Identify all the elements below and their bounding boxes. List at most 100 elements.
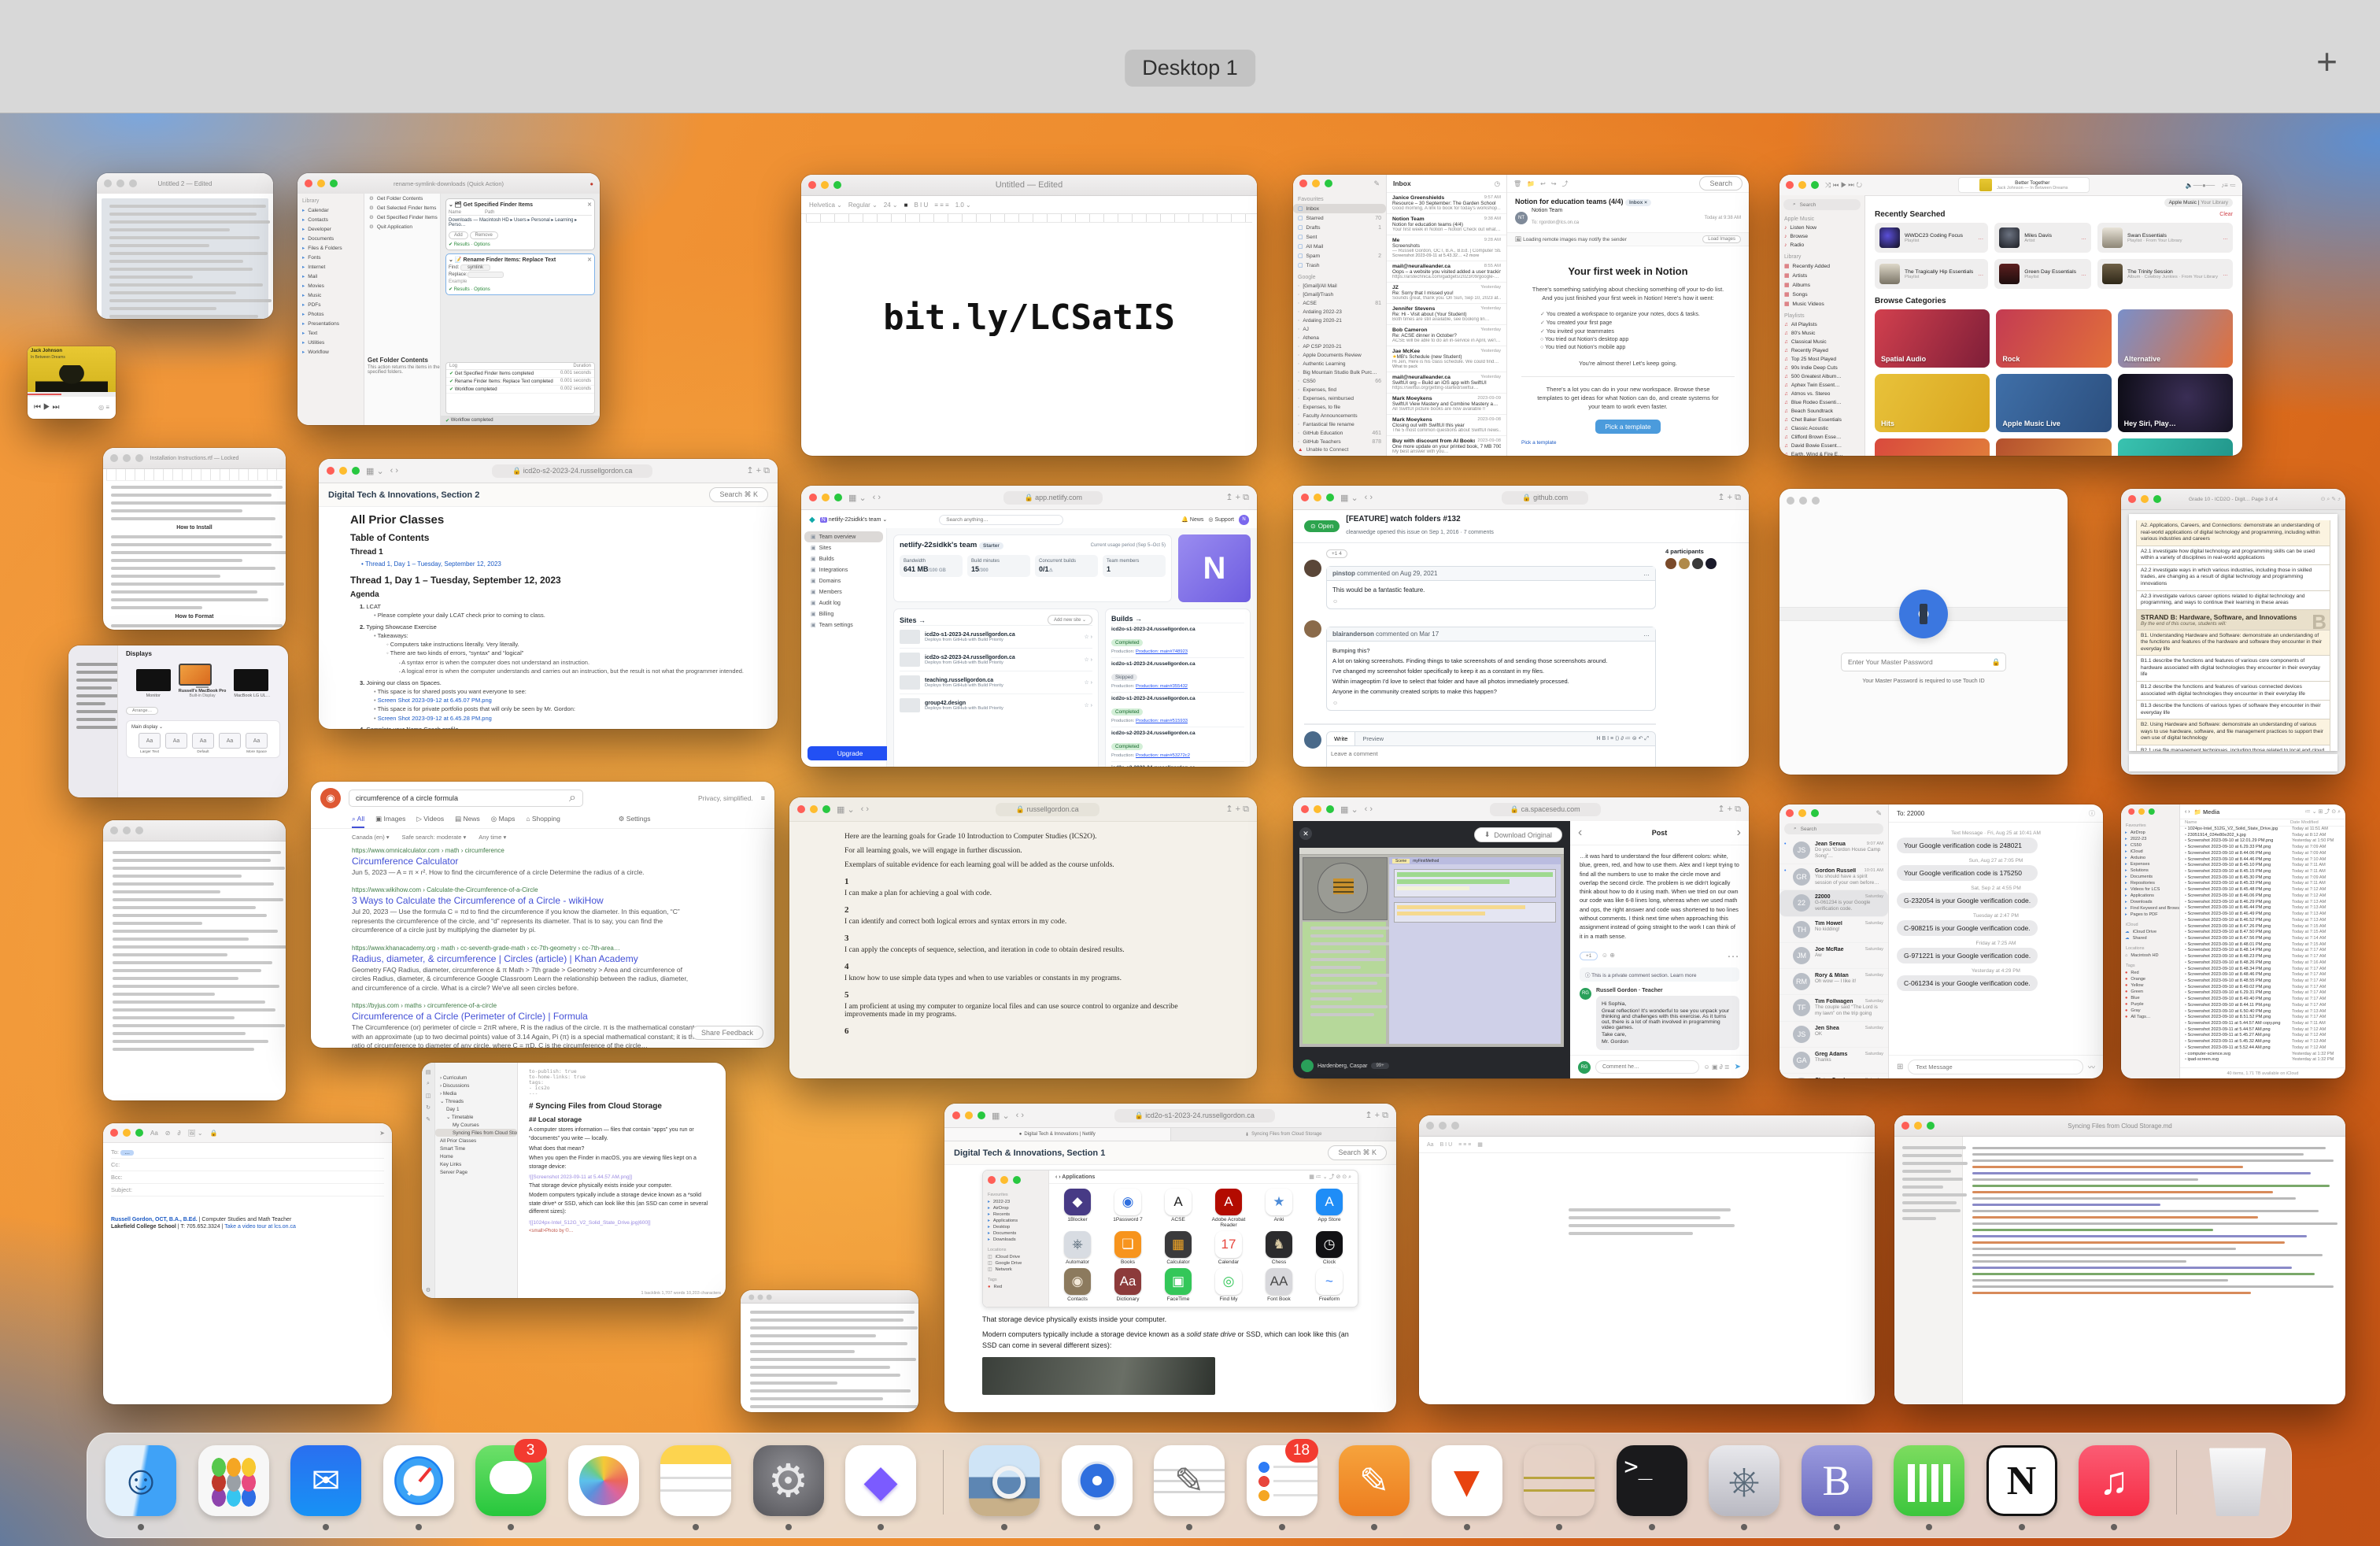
- finder-toolbar[interactable]: ‹ ›📁 Media≔ ⌄ ⊞ ⤴ ⊙ ⌕: [2180, 804, 2345, 819]
- window-safari-section2[interactable]: ▦ ⌄‹ ›🔒 icd2o-s2-2023-24.russellgordon.c…: [319, 459, 778, 729]
- conversation-row[interactable]: JM Joe McRaeSaturday Aw: [1779, 943, 1888, 969]
- label-item[interactable]: ◦GitHub Teachers878: [1293, 438, 1386, 444]
- library-item[interactable]: ▸Workflow: [298, 347, 364, 357]
- file-row[interactable]: ▫ Screenshot 2023-09-10 at 8.48.01 PM.pn…: [2182, 942, 2344, 949]
- netlify-topnav[interactable]: ◆ N netlify-22sidkk's team ⌄ 🔔 News ◎ Su…: [801, 510, 1257, 530]
- more-icon[interactable]: …: [1978, 272, 1983, 277]
- label-item[interactable]: ◦[Gmail]/All Mail: [1293, 282, 1386, 290]
- conversation-row[interactable]: TF Tim FollwagenSaturday The couple said…: [1779, 995, 1888, 1022]
- automator-library-sidebar[interactable]: Library ▸Calendar▸Contacts▸Developer▸Doc…: [298, 194, 364, 425]
- add-button[interactable]: Add: [449, 231, 468, 239]
- recent-search-card[interactable]: The Trinity SessionAlbum · Cowboy Junkie…: [2097, 259, 2233, 289]
- dock-icon-pages[interactable]: ✎: [1336, 1439, 1412, 1532]
- file-row[interactable]: ▫ Screenshot 2023-09-10 at 8.47.50 PM.pn…: [2182, 930, 2344, 936]
- dock-icon-trash[interactable]: [2200, 1439, 2275, 1532]
- conversation-row[interactable]: 22 22000Saturday G-061234 is your Google…: [1779, 890, 1888, 917]
- label-item[interactable]: ◦Fantastical file rename: [1293, 420, 1386, 429]
- message-row[interactable]: mail@neuralleander.ca8:55 AM Oops – a we…: [1387, 261, 1506, 283]
- site-title[interactable]: Digital Tech & Innovations, Section 1: [954, 1148, 1105, 1158]
- file-row[interactable]: ▫ Screenshot 2023-09-10 at 8.44.46 PM.pn…: [2182, 857, 2344, 864]
- column-header[interactable]: Path: [485, 210, 494, 215]
- mail-search[interactable]: Search: [1699, 176, 1743, 190]
- sidebar-item[interactable]: ▸CS50: [2121, 842, 2179, 849]
- playlist-item[interactable]: ♫Top 25 Most Played: [1779, 355, 1864, 364]
- desktop-1-button[interactable]: Desktop 1: [1125, 50, 1255, 87]
- url-field[interactable]: 🔒 icd2o-s1-2023-24.russellgordon.ca: [1114, 1109, 1275, 1123]
- traffic-lights[interactable]: [809, 494, 842, 501]
- finder-sidebar[interactable]: Favourites ▸AirDrop▸2022-23▸CS50▸iCloud▸…: [2121, 804, 2180, 1078]
- traffic-lights[interactable]: [104, 179, 137, 187]
- library-item[interactable]: ▸Contacts: [298, 215, 364, 224]
- tab-news[interactable]: ▤ News: [455, 815, 480, 828]
- file-row[interactable]: ▫ computer-science.svgYesterday at 1:32 …: [2182, 1052, 2344, 1058]
- window-safari-learning-goals[interactable]: ▦ ⌄‹ ›🔒 russellgordon.ca↥ + ⧉ Here are t…: [789, 797, 1257, 1078]
- nav-item[interactable]: ▣Domains: [804, 575, 883, 586]
- url-field[interactable]: 🔒 app.netlify.com: [1003, 491, 1103, 505]
- traffic-lights[interactable]: [2128, 495, 2161, 503]
- share-feedback-button[interactable]: Share Feedback: [691, 1026, 763, 1040]
- conversation-row[interactable]: • GR Gordon Russell10:01 AM You should h…: [1779, 864, 1888, 891]
- category-tile[interactable]: Hits: [1875, 374, 1990, 432]
- traffic-lights[interactable]: [110, 454, 143, 462]
- more-icon[interactable]: …: [2081, 272, 2086, 277]
- chat-widget[interactable]: Hardenberg, Caspar99+: [1301, 1060, 1389, 1072]
- label-item[interactable]: ◦Expenses, find: [1293, 386, 1386, 394]
- dock-icon-separator-1[interactable]: [936, 1439, 950, 1532]
- tree-item[interactable]: Syncing Files from Cloud Storage: [435, 1129, 517, 1137]
- traffic-lights[interactable]: [1786, 809, 1819, 817]
- result-title[interactable]: Circumference Calculator: [352, 856, 698, 867]
- tree-item[interactable]: All Prior Classes: [435, 1137, 517, 1145]
- file-row[interactable]: ▫ Screenshot 2023-09-10 at 8.47.56 PM.pn…: [2182, 936, 2344, 942]
- dock-icon-preview[interactable]: [966, 1439, 1042, 1532]
- sidebar-item[interactable]: ☁iCloud Drive: [2121, 929, 2179, 935]
- search-input[interactable]: [356, 790, 569, 806]
- playlist-item[interactable]: ♫Chet Baker Essentials: [1779, 416, 1864, 424]
- window-code-editor[interactable]: Syncing Files from Cloud Storage.md: [1894, 1115, 2345, 1404]
- traffic-lights[interactable]: [305, 179, 338, 187]
- playlist-item[interactable]: ♫Beach Soundtrack: [1779, 407, 1864, 416]
- file-row[interactable]: ▫ Screenshot 2023-09-10 at 8.49.40 PM.pn…: [2182, 997, 2344, 1003]
- tab-images[interactable]: ▣ Images: [375, 815, 405, 828]
- nav-item[interactable]: ▣Team settings: [804, 620, 883, 631]
- to-field[interactable]: To: …: [111, 1146, 384, 1159]
- dock-icon-bbedit[interactable]: B: [1799, 1439, 1875, 1532]
- sidebar-item[interactable]: ☁Shared: [2121, 935, 2179, 941]
- site-row[interactable]: icd2o-s1-2023-24.russellgordon.caDeploys…: [900, 625, 1092, 648]
- action-item[interactable]: ⚙Quit Application: [364, 222, 440, 231]
- more-icon[interactable]: …: [2223, 235, 2228, 241]
- nav-item[interactable]: ▣Billing: [804, 608, 883, 620]
- add-reaction-icon[interactable]: ☺: [1327, 599, 1655, 608]
- dock-icon-messages[interactable]: 3: [473, 1439, 549, 1532]
- mailbox-item[interactable]: ▢Trash: [1293, 261, 1386, 270]
- clear-button[interactable]: Clear: [2219, 212, 2233, 217]
- playlist-item[interactable]: ♫Classical Music: [1779, 338, 1864, 346]
- site-search[interactable]: Search ⌘ K: [1328, 1145, 1387, 1160]
- reaction-pill[interactable]: +1: [1580, 952, 1598, 960]
- library-item[interactable]: ▸Internet: [298, 262, 364, 272]
- file-row[interactable]: ▫ 1024px-Intel_512G_V2_Solid_State_Drive…: [2182, 827, 2344, 833]
- mail-sidebar[interactable]: ✎ Favourites ▢Inbox▢Starred70▢Drafts1▢Se…: [1293, 175, 1387, 456]
- playlist-item[interactable]: ♫Blue Rodeo Essenti…: [1779, 398, 1864, 407]
- recent-search-card[interactable]: The Tragically Hip EssentialsPlaylist …: [1875, 259, 1988, 289]
- window-install-instructions[interactable]: Installation Instructions.rtf — Locked H…: [103, 448, 286, 630]
- window-automator[interactable]: rename-symlink-downloads (Quick Action)●…: [298, 173, 600, 425]
- result-url[interactable]: https://www.khanacademy.org › math › cc-…: [352, 945, 698, 952]
- file-row[interactable]: ▫ 23051914_034e80e202_k.jpgToday at 8:12…: [2182, 833, 2344, 839]
- master-password-input[interactable]: [1846, 653, 1992, 671]
- sidebar-item[interactable]: ▦Music Videos: [1779, 299, 1864, 309]
- sidebar-item[interactable]: ▸Repositories: [2121, 880, 2179, 886]
- nav-item[interactable]: ▣Sites: [804, 542, 883, 553]
- traffic-lights[interactable]: [1787, 497, 1820, 505]
- library-item[interactable]: ▸Presentations: [298, 319, 364, 328]
- traffic-lights[interactable]: [748, 1295, 771, 1300]
- dock-icon-obsidian[interactable]: ◆: [843, 1439, 918, 1532]
- conversation-row[interactable]: TH Tim HowelSaturday No kidding!: [1779, 917, 1888, 943]
- nav-item[interactable]: ▣Audit log: [804, 597, 883, 608]
- tag-item[interactable]: ●All Tags…: [2121, 1014, 2179, 1020]
- remove-button[interactable]: Remove: [470, 231, 498, 239]
- nav-item[interactable]: ▣Members: [804, 586, 883, 597]
- workflow-step-2[interactable]: ⌄ 📝 Rename Finder Items: Replace Text✕ F…: [445, 253, 595, 295]
- dock-icon-stickies[interactable]: [1521, 1439, 1597, 1532]
- sidebar-item[interactable]: ▦Songs: [1779, 290, 1864, 299]
- site-title[interactable]: Digital Tech & Innovations, Section 2: [328, 490, 479, 500]
